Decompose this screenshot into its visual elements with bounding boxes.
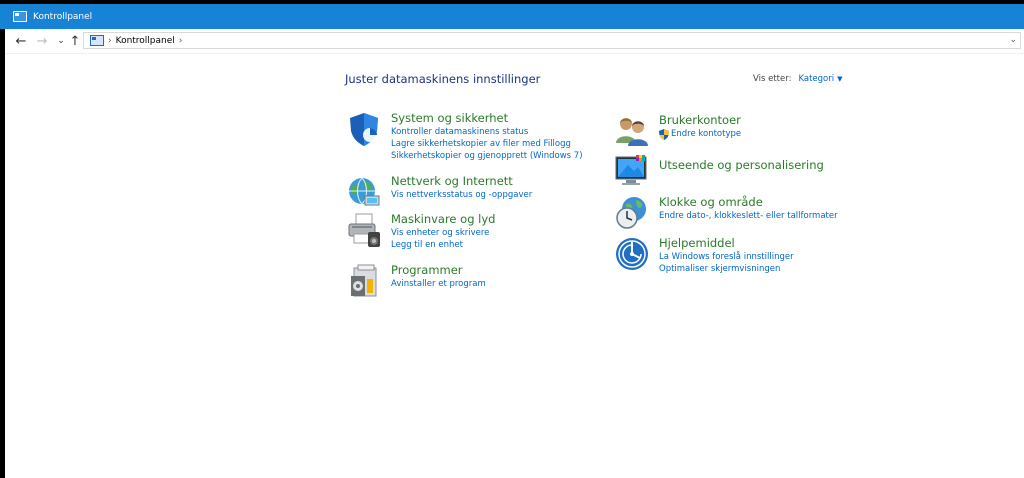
forward-button[interactable]: → <box>35 32 49 50</box>
view-by-label: Vis etter: <box>753 74 792 84</box>
category-title[interactable]: Nettverk og Internett <box>391 174 532 189</box>
breadcrumb-control-panel[interactable]: Kontrollpanel <box>116 36 175 46</box>
link-optimize-display[interactable]: Optimaliser skjermvisningen <box>659 263 794 275</box>
category-system-security: System og sikkerhet Kontroller datamaski… <box>346 111 583 162</box>
back-button[interactable]: ← <box>14 32 28 50</box>
up-button[interactable]: ↑ <box>69 32 81 50</box>
link-devices-printers[interactable]: Vis enheter og skrivere <box>391 227 495 239</box>
category-hardware-sound: Maskinvare og lyd Vis enheter og skriver… <box>346 212 495 251</box>
link-change-account-type-row[interactable]: Endre kontotype <box>659 128 741 140</box>
link-change-date-time-formats[interactable]: Endre dato-, klokkeslett- eller tallform… <box>659 210 838 222</box>
ease-of-access-icon[interactable] <box>614 236 650 272</box>
category-title[interactable]: System og sikkerhet <box>391 111 583 126</box>
chevron-right-icon[interactable]: › <box>179 36 183 46</box>
control-panel-icon <box>13 11 27 22</box>
title-bar: Kontrollpanel <box>0 4 1024 29</box>
clock-globe-icon[interactable] <box>614 195 650 231</box>
link-file-history[interactable]: Lagre sikkerhetskopier av filer med Fill… <box>391 138 583 150</box>
window-title: Kontrollpanel <box>33 11 93 22</box>
page-title: Juster datamaskinens innstillinger <box>345 72 541 86</box>
link-windows-suggest-settings[interactable]: La Windows foreslå innstillinger <box>659 251 794 263</box>
printer-icon[interactable] <box>346 212 382 248</box>
category-programs: Programmer Avinstaller et program <box>346 263 486 299</box>
control-panel-icon <box>90 35 104 46</box>
link-uninstall-program[interactable]: Avinstaller et program <box>391 278 486 290</box>
link-backup-restore[interactable]: Sikkerhetskopier og gjenopprett (Windows… <box>391 150 583 162</box>
category-user-accounts: Brukerkontoer Endre kontotype <box>614 113 741 149</box>
category-title[interactable]: Hjelpemiddel <box>659 236 794 251</box>
security-shield-icon[interactable] <box>346 111 382 147</box>
category-network-internet: Nettverk og Internett Vis nettverksstatu… <box>346 174 532 210</box>
programs-box-icon[interactable] <box>346 263 382 299</box>
link-check-status[interactable]: Kontroller datamaskinens status <box>391 126 583 138</box>
category-ease-of-access: Hjelpemiddel La Windows foreslå innstill… <box>614 236 794 275</box>
appearance-monitor-icon[interactable] <box>614 153 650 189</box>
category-title[interactable]: Klokke og område <box>659 195 838 210</box>
network-globe-icon[interactable] <box>346 174 382 210</box>
link-network-status[interactable]: Vis nettverksstatus og -oppgaver <box>391 189 532 201</box>
category-title[interactable]: Maskinvare og lyd <box>391 212 495 227</box>
category-title[interactable]: Utseende og personalisering <box>659 158 824 173</box>
address-bar[interactable]: › Kontrollpanel › ⌄ <box>83 32 1021 49</box>
category-title[interactable]: Programmer <box>391 263 486 278</box>
navigation-bar: ← → ⌄ ↑ › Kontrollpanel › ⌄ <box>5 29 1024 54</box>
link-add-device[interactable]: Legg til en enhet <box>391 239 495 251</box>
recent-locations-button[interactable]: ⌄ <box>56 32 66 50</box>
chevron-down-icon[interactable]: ⌄ <box>1009 33 1017 48</box>
uac-shield-icon <box>659 128 669 140</box>
user-accounts-icon[interactable] <box>614 113 650 149</box>
category-appearance-personalization: Utseende og personalisering <box>614 153 824 189</box>
main-content: Juster datamaskinens innstillinger Vis e… <box>5 53 1024 478</box>
category-clock-region: Klokke og område Endre dato-, klokkeslet… <box>614 195 838 231</box>
caret-down-icon[interactable]: ▼ <box>837 75 842 83</box>
view-by: Vis etter: Kategori ▼ <box>753 74 843 84</box>
category-title[interactable]: Brukerkontoer <box>659 113 741 128</box>
link-change-account-type[interactable]: Endre kontotype <box>671 128 741 140</box>
chevron-right-icon[interactable]: › <box>108 36 112 46</box>
view-by-dropdown[interactable]: Kategori <box>798 74 834 84</box>
control-panel-window: ← → ⌄ ↑ › Kontrollpanel › ⌄ Juster datam… <box>5 29 1024 478</box>
